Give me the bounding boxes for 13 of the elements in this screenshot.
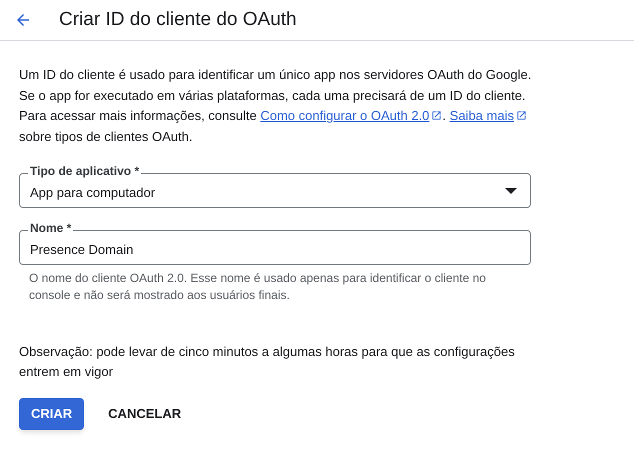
cancel-button[interactable]: CANCELAR [96, 398, 194, 430]
field-label: Tipo de aplicativo * [28, 164, 142, 178]
external-link-icon [516, 110, 527, 121]
create-button[interactable]: CRIAR [19, 398, 84, 430]
intro-paragraph: Um ID do cliente é usado para identificar um único app nos servidores OAuth do Google. Se o app for executado em várias plataformas, cada uma precisará de um ID do cliente. Para acessar mais informações, consulte Como configurar o OAuth 2.0 . Saiba mais sobre tipos de clientes OAuth. [19, 66, 532, 146]
help-link[interactable]: Como configurar o OAuth 2.0 [260, 108, 442, 123]
page-title: Criar ID do cliente do OAuth [59, 8, 297, 32]
external-link-icon [431, 110, 442, 121]
note-text: Observação: pode levar de cinco minutos a algumas horas para que as configurações entrem em vigor [19, 343, 516, 381]
field-label: Nome * [28, 221, 74, 235]
dropdown-caret-icon [505, 188, 517, 194]
helper-text: O nome do cliente OAuth 2.0. Esse nome é usado apenas para identificar o cliente no console e não será mostrado aos usuários finais. [29, 270, 487, 304]
help-link[interactable]: Saiba mais [450, 108, 527, 123]
